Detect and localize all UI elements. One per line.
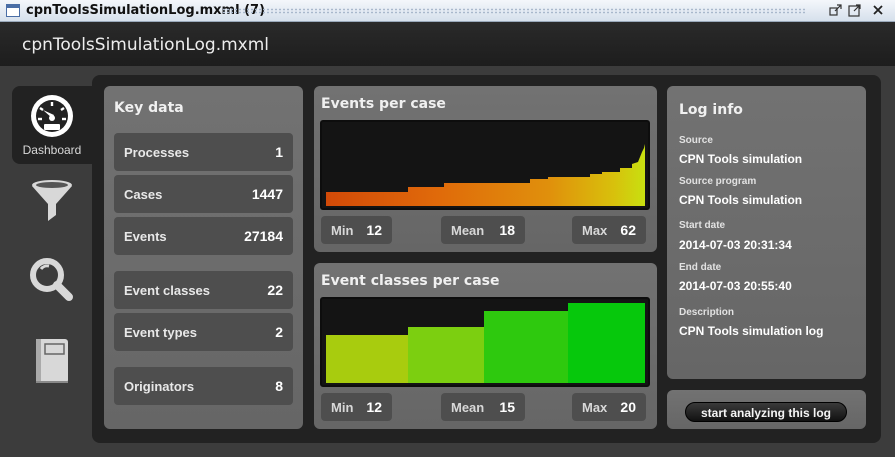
key-data-row-cases: Cases 1447 xyxy=(114,175,293,213)
log-info-end-label: End date xyxy=(679,262,722,273)
row-label: Events xyxy=(124,229,167,244)
key-data-row-event-classes: Event classes 22 xyxy=(114,271,293,309)
stat-value: 20 xyxy=(620,399,636,415)
stat-value: 15 xyxy=(499,399,515,415)
row-value: 22 xyxy=(267,282,283,298)
window-title-bar: cpnToolsSimulationLog.mxml (7) xyxy=(0,0,895,22)
classes-mean-stat: Mean 15 xyxy=(441,393,525,421)
key-data-panel: Key data Processes 1 Cases 1447 Events 2… xyxy=(104,86,303,429)
maximize-icon[interactable] xyxy=(848,3,862,17)
bar-3 xyxy=(484,311,568,383)
title-bar-grip xyxy=(222,8,805,14)
row-value: 8 xyxy=(275,378,283,394)
tab-summary[interactable] xyxy=(12,322,92,402)
bar-1 xyxy=(326,335,408,383)
log-info-title: Log info xyxy=(679,102,743,118)
key-data-row-originators: Originators 8 xyxy=(114,367,293,405)
events-per-case-title: Events per case xyxy=(321,96,446,112)
row-label: Processes xyxy=(124,145,190,160)
tab-filter[interactable] xyxy=(12,160,92,240)
dashboard-gauge-icon xyxy=(31,95,73,137)
restore-icon[interactable] xyxy=(829,3,843,17)
row-value: 2 xyxy=(275,324,283,340)
tab-dashboard-label: Dashboard xyxy=(22,143,82,157)
events-max-stat: Max 62 xyxy=(572,216,646,244)
events-per-case-graph xyxy=(326,144,645,206)
key-data-row-events: Events 27184 xyxy=(114,217,293,255)
events-min-stat: Min 12 xyxy=(321,216,392,244)
stat-value: 12 xyxy=(366,222,382,238)
tab-inspector[interactable] xyxy=(12,240,92,320)
log-info-program-value: CPN Tools simulation xyxy=(679,193,803,207)
events-per-case-chart xyxy=(320,120,650,210)
dashboard-container: Key data Processes 1 Cases 1447 Events 2… xyxy=(92,75,881,443)
log-info-source-label: Source xyxy=(679,135,713,146)
events-per-case-panel: Events per case Min 12 Mean 18 Max 62 xyxy=(314,86,657,252)
classes-min-stat: Min 12 xyxy=(321,393,392,421)
close-icon[interactable] xyxy=(871,3,885,17)
app-title: cpnToolsSimulationLog.mxml xyxy=(22,35,270,55)
stat-label: Mean xyxy=(451,223,485,238)
stat-label: Min xyxy=(331,223,354,238)
log-info-panel: Log info Source CPN Tools simulation Sou… xyxy=(667,86,866,379)
book-icon xyxy=(36,339,68,383)
event-classes-per-case-panel: Event classes per case Min 12 Mean 15 Ma… xyxy=(314,263,657,429)
event-classes-per-case-chart xyxy=(320,297,650,387)
log-info-start-value: 2014-07-03 20:31:34 xyxy=(679,238,792,252)
log-info-end-value: 2014-07-03 20:55:40 xyxy=(679,279,792,293)
tab-dashboard[interactable]: Dashboard xyxy=(12,86,92,164)
start-analyzing-button[interactable]: start analyzing this log xyxy=(685,402,847,422)
start-analyzing-panel: start analyzing this log xyxy=(667,390,866,429)
key-data-row-processes: Processes 1 xyxy=(114,133,293,171)
stat-value: 62 xyxy=(620,222,636,238)
log-info-program-label: Source program xyxy=(679,176,757,187)
row-label: Originators xyxy=(124,379,195,394)
stat-label: Min xyxy=(331,400,354,415)
window-app-icon xyxy=(6,4,20,17)
event-classes-per-case-graph xyxy=(326,303,645,383)
row-label: Event types xyxy=(124,325,197,340)
event-classes-per-case-title: Event classes per case xyxy=(321,273,500,289)
row-label: Cases xyxy=(124,187,163,202)
row-label: Event classes xyxy=(124,283,211,298)
log-info-start-label: Start date xyxy=(679,220,726,231)
row-value: 1447 xyxy=(251,186,283,202)
bar-4 xyxy=(568,303,645,383)
row-value: 1 xyxy=(275,144,283,160)
log-info-source-value: CPN Tools simulation xyxy=(679,152,803,166)
app-header: cpnToolsSimulationLog.mxml xyxy=(0,22,895,66)
stat-label: Max xyxy=(582,223,608,238)
stat-label: Max xyxy=(582,400,608,415)
magnifier-icon xyxy=(30,258,73,301)
stat-value: 12 xyxy=(366,399,382,415)
events-mean-stat: Mean 18 xyxy=(441,216,525,244)
key-data-row-event-types: Event types 2 xyxy=(114,313,293,351)
log-info-description-value: CPN Tools simulation log xyxy=(679,324,824,338)
log-info-description-label: Description xyxy=(679,307,735,318)
filter-funnel-icon xyxy=(32,180,72,221)
classes-max-stat: Max 20 xyxy=(572,393,646,421)
key-data-title: Key data xyxy=(114,100,184,116)
bar-2 xyxy=(408,327,484,383)
row-value: 27184 xyxy=(244,228,283,244)
stat-label: Mean xyxy=(451,400,485,415)
stat-value: 18 xyxy=(499,222,515,238)
